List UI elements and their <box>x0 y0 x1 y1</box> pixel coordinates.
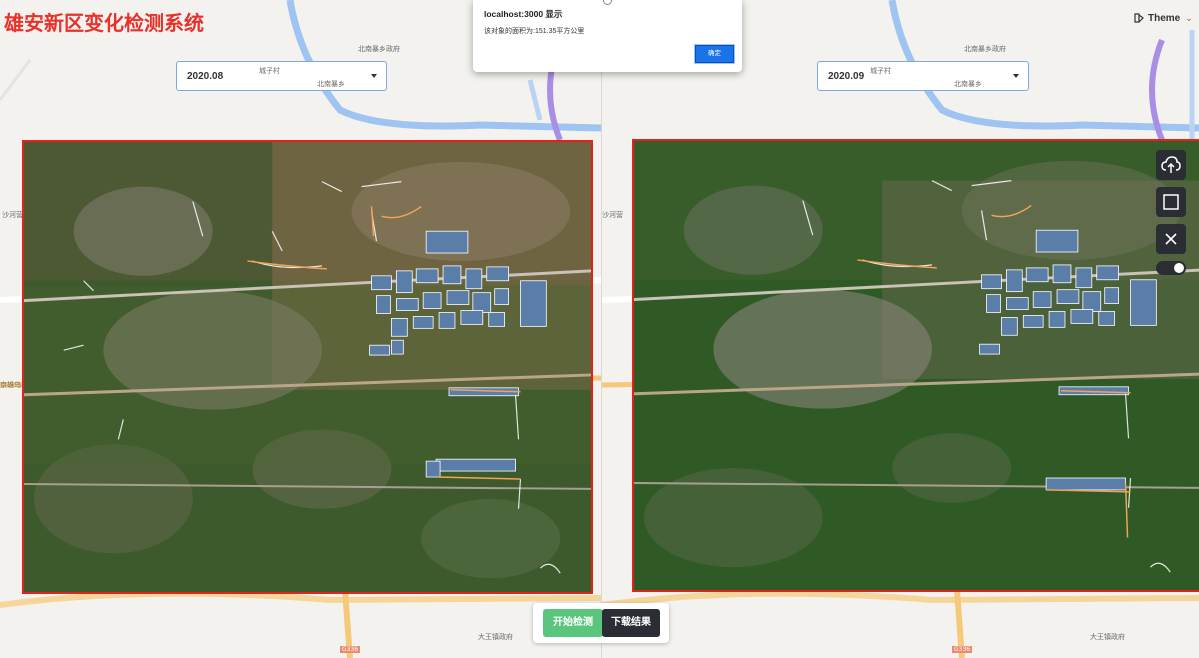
toggle-knob <box>1174 263 1184 273</box>
map-label: 大王镇政府 <box>1090 633 1125 641</box>
overlay-toggle[interactable] <box>1156 261 1186 275</box>
map-label: 京雄乌 <box>0 381 21 389</box>
theme-menu[interactable]: Theme ⌄ <box>1133 12 1193 24</box>
map-label: 北南暴乡政府 <box>964 45 1006 53</box>
theme-label: Theme <box>1148 12 1181 24</box>
map-label: 城子村 <box>259 67 280 75</box>
app-title: 雄安新区变化检测系统 <box>4 11 204 35</box>
right-map[interactable]: 北南暴乡政府 沙河营 大王镇政府 G336 2020.09 城子村 北南暴乡 <box>602 0 1199 658</box>
right-date-value: 2020.09 <box>828 71 865 82</box>
map-toolbar <box>1156 150 1188 275</box>
left-date-value: 2020.08 <box>187 71 224 82</box>
upload-cloud-icon <box>1161 156 1181 173</box>
clear-button[interactable] <box>1156 224 1186 254</box>
map-label: 北南暴乡 <box>317 80 345 88</box>
right-change-overlay <box>634 141 1199 590</box>
road-shield: G336 <box>340 646 361 653</box>
chevron-down-icon: ⌄ <box>1185 12 1193 23</box>
left-date-select[interactable]: 2020.08 城子村 北南暴乡 <box>176 61 387 91</box>
chevron-down-icon <box>371 74 377 78</box>
left-map[interactable]: 北南暴乡政府 沙河营村 京雄乌 大王镇政府 G336 2020.08 城子村 北… <box>0 0 601 658</box>
palette-icon <box>1134 13 1144 23</box>
map-label: 北南暴乡 <box>954 80 982 88</box>
dialog-handle <box>603 0 612 5</box>
alert-dialog: localhost:3000 显示 该对象的面积为:151.35平方公里 确定 <box>473 0 742 72</box>
close-icon <box>1165 233 1177 245</box>
road-shield: G336 <box>952 646 973 653</box>
right-satellite-image[interactable] <box>632 139 1199 592</box>
upload-button[interactable] <box>1156 150 1186 180</box>
left-change-overlay <box>24 142 591 592</box>
start-detection-button[interactable]: 开始检测 <box>543 609 603 637</box>
map-label: 北南暴乡政府 <box>358 45 400 53</box>
download-results-button[interactable]: 下载结果 <box>602 609 660 637</box>
dialog-ok-button[interactable]: 确定 <box>695 45 734 63</box>
map-label: 大王镇政府 <box>478 633 513 641</box>
dialog-message: 该对象的面积为:151.35平方公里 <box>484 28 585 35</box>
right-date-select[interactable]: 2020.09 城子村 北南暴乡 <box>817 61 1029 91</box>
action-button-group: 开始检测 下载结果 <box>533 603 669 643</box>
map-label: 沙河营 <box>602 211 623 219</box>
rectangle-select-icon <box>1163 194 1179 210</box>
left-satellite-image[interactable] <box>22 140 593 594</box>
draw-rectangle-button[interactable] <box>1156 187 1186 217</box>
chevron-down-icon <box>1013 74 1019 78</box>
dialog-title: localhost:3000 显示 <box>484 9 563 19</box>
map-label: 城子村 <box>870 67 891 75</box>
